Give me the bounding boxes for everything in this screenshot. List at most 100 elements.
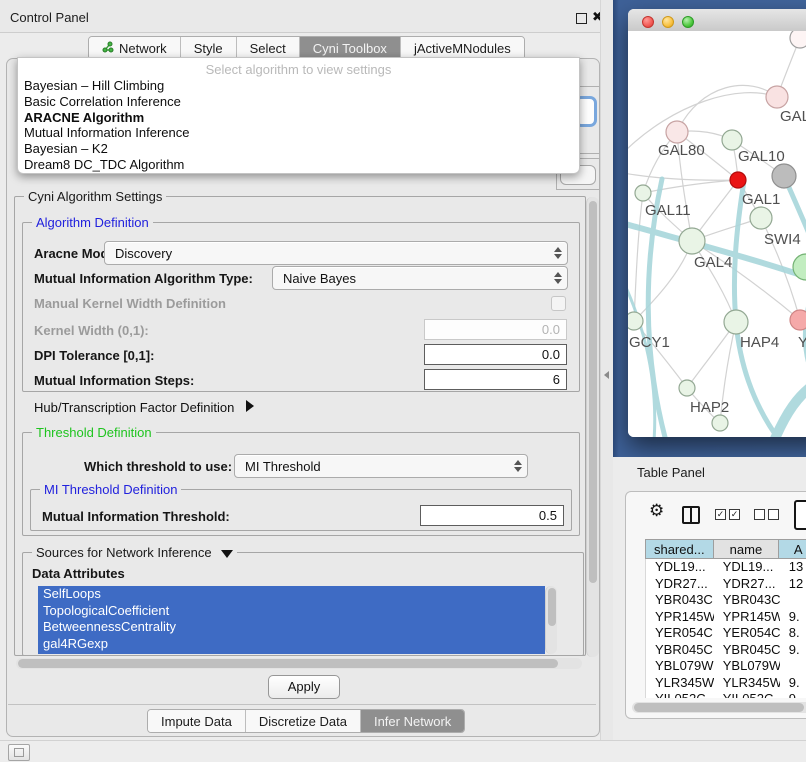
spinner-arrows-icon <box>549 272 567 284</box>
algorithm-definition-title: Algorithm Definition <box>32 215 153 230</box>
network-node[interactable] <box>730 172 746 188</box>
which-threshold-value: MI Threshold <box>235 459 509 474</box>
zoom-traffic-light-icon[interactable] <box>682 16 694 28</box>
attribute-list-item[interactable]: SelfLoops <box>38 586 545 603</box>
table-row[interactable]: YDL19...YDL19...13 <box>646 559 806 576</box>
network-node-gcy1[interactable] <box>628 312 643 330</box>
tab-cyni-toolbox[interactable]: Cyni Toolbox <box>300 37 401 59</box>
table-cell: YBR043C <box>646 592 714 609</box>
tab-select[interactable]: Select <box>237 37 300 59</box>
table-row[interactable]: YER054CYER054C8. <box>646 625 806 642</box>
tab-impute-data[interactable]: Impute Data <box>148 710 246 732</box>
node-label: HAP4 <box>740 334 779 351</box>
settings-vertical-scrollbar[interactable] <box>586 197 599 657</box>
algorithm-dropdown-popup: Select algorithm to view settings Bayesi… <box>17 57 580 174</box>
kernel-width-input[interactable] <box>424 319 567 340</box>
table-cell: 13 <box>780 559 806 576</box>
table-row[interactable]: YLR345WYLR345W9. <box>646 675 806 692</box>
page-icon[interactable] <box>794 500 806 530</box>
mi-steps-input[interactable] <box>424 369 567 390</box>
manual-kernel-width-checkbox[interactable] <box>551 296 566 311</box>
tab-style[interactable]: Style <box>181 37 237 59</box>
tab-label: Select <box>250 41 286 56</box>
network-window-titlebar[interactable] <box>628 9 806 32</box>
dropdown-item[interactable]: Bayesian – K2 <box>18 141 579 157</box>
settings-horizontal-scrollbar[interactable] <box>16 658 582 669</box>
network-node[interactable] <box>712 415 728 431</box>
tab-jactivemnodules[interactable]: jActiveMNodules <box>401 37 524 59</box>
sources-title-row[interactable]: Sources for Network Inference <box>32 545 237 560</box>
unchecked-checkbox-icon[interactable] <box>768 509 779 520</box>
network-node-hap4[interactable] <box>724 310 748 334</box>
node-label: Y <box>798 334 806 351</box>
network-node-gal80[interactable] <box>666 121 688 143</box>
attribute-list-item[interactable]: gal4RGexp <box>38 636 545 653</box>
tab-network[interactable]: Network <box>89 37 181 59</box>
network-node-gal4[interactable] <box>679 228 705 254</box>
which-threshold-select[interactable]: MI Threshold <box>234 454 528 478</box>
dropdown-item[interactable]: Bayesian – Hill Climbing <box>18 78 579 94</box>
network-node-y[interactable] <box>790 310 806 330</box>
table-cell: YDR27... <box>714 576 780 593</box>
node-label: HAP2 <box>690 399 729 416</box>
close-traffic-light-icon[interactable] <box>642 16 654 28</box>
table-cell: YBR045C <box>646 642 714 659</box>
table-cell: YIL052C <box>714 691 780 698</box>
tab-infer-network[interactable]: Infer Network <box>361 710 464 732</box>
float-window-icon[interactable] <box>576 13 587 24</box>
attribute-list-item[interactable]: TopologicalCoefficient <box>38 603 545 620</box>
dpi-tolerance-input[interactable] <box>424 344 567 365</box>
network-node-hap2[interactable] <box>679 380 695 396</box>
column-header-shared[interactable]: shared... <box>646 540 714 558</box>
screenshot-root: Control Panel ✖ NetworkStyleSelectCyni T… <box>0 0 806 762</box>
node-label: GAL <box>780 108 806 125</box>
apply-button[interactable]: Apply <box>268 675 340 699</box>
hub-definition-toggle[interactable]: Hub/Transcription Factor Definition <box>34 400 254 415</box>
split-columns-icon[interactable] <box>682 506 700 524</box>
table-row[interactable]: YPR145WYPR145W9. <box>646 609 806 626</box>
table-horizontal-scrollbar[interactable] <box>632 702 806 713</box>
dropdown-item[interactable]: Mutual Information Inference <box>18 125 579 141</box>
network-node-gal10[interactable] <box>722 130 742 150</box>
table-panel-container: ⚙ ✓ ✓ shared...nameA YDL19...YDL19...13Y… <box>625 491 806 719</box>
minimize-traffic-light-icon[interactable] <box>662 16 674 28</box>
dropdown-item[interactable]: ARACNE Algorithm <box>18 110 579 126</box>
mi-threshold-input[interactable] <box>420 505 564 526</box>
node-table: shared...nameA YDL19...YDL19...13YDR27..… <box>645 539 806 703</box>
unchecked-checkbox-icon[interactable] <box>754 509 765 520</box>
dropdown-item[interactable]: Dream8 DC_TDC Algorithm <box>18 157 579 173</box>
minimized-panel-button[interactable] <box>8 744 30 761</box>
tab-discretize-data[interactable]: Discretize Data <box>246 710 361 732</box>
collapse-divider-icon[interactable] <box>604 371 609 379</box>
table-row[interactable]: YDR27...YDR27...12 <box>646 576 806 593</box>
network-window[interactable]: GALGAL80GAL10GAL1GAL11SWI4GAL4GCY1HAP4YH… <box>628 9 806 437</box>
table-row[interactable]: YBL079WYBL079W <box>646 658 806 675</box>
checked-checkbox-icon[interactable]: ✓ <box>729 509 740 520</box>
column-header-name[interactable]: name <box>714 540 780 558</box>
table-row[interactable]: YBR045CYBR045C9. <box>646 642 806 659</box>
network-node-gal[interactable] <box>766 86 788 108</box>
node-label: GAL4 <box>694 254 732 271</box>
network-node-gal1[interactable] <box>750 207 772 229</box>
network-node-gal11[interactable] <box>635 185 651 201</box>
gear-icon[interactable]: ⚙ <box>649 501 664 521</box>
data-attributes-list[interactable]: SelfLoopsTopologicalCoefficientBetweenne… <box>38 586 545 654</box>
threshold-definition-title: Threshold Definition <box>32 425 156 440</box>
mi-algorithm-type-select[interactable]: Naive Bayes <box>272 266 568 290</box>
mi-threshold-label: Mutual Information Threshold: <box>42 509 230 524</box>
mi-threshold-group-title: MI Threshold Definition <box>40 482 181 497</box>
table-row[interactable]: YIL052CYIL052C9 <box>646 691 806 698</box>
table-cell: YBR043C <box>714 592 780 609</box>
dropdown-item[interactable]: Basic Correlation Inference <box>18 94 579 110</box>
network-node[interactable] <box>772 164 796 188</box>
network-node[interactable] <box>790 31 806 48</box>
spinner-arrows-icon <box>509 460 527 472</box>
aracne-mode-select[interactable]: Discovery <box>104 241 568 265</box>
column-header-A[interactable]: A <box>779 540 806 558</box>
checked-checkbox-icon[interactable]: ✓ <box>715 509 726 520</box>
attribute-list-item[interactable]: BetweennessCentrality <box>38 619 545 636</box>
table-row[interactable]: YBR043CYBR043C <box>646 592 806 609</box>
network-canvas[interactable]: GALGAL80GAL10GAL1GAL11SWI4GAL4GCY1HAP4YH… <box>628 31 806 437</box>
attributes-list-scrollbar[interactable] <box>545 586 557 654</box>
data-attributes-label: Data Attributes <box>32 566 125 581</box>
